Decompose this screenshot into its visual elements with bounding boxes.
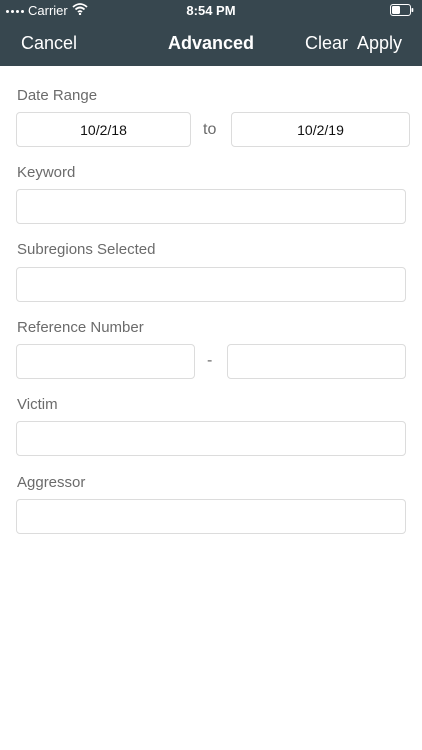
aggressor-label: Aggressor [17, 474, 86, 491]
apply-button[interactable]: Apply [357, 33, 402, 54]
reference-separator: - [207, 352, 213, 369]
date-to-field[interactable] [231, 112, 410, 147]
keyword-label: Keyword [17, 164, 76, 181]
reference-from-field[interactable] [16, 344, 195, 379]
reference-to-field[interactable] [227, 344, 406, 379]
subregions-field[interactable] [16, 267, 406, 302]
reference-number-label: Reference Number [17, 319, 144, 336]
aggressor-field[interactable] [16, 499, 406, 534]
status-time: 8:54 PM [186, 3, 236, 18]
date-from-field[interactable] [16, 112, 191, 147]
battery-icon [390, 4, 414, 16]
date-range-label: Date Range [17, 87, 98, 104]
victim-field[interactable] [16, 421, 406, 456]
navigation-header: Carrier 8:54 PM Cancel Advanced Clear Ap… [0, 0, 422, 66]
clear-button[interactable]: Clear [305, 33, 348, 54]
victim-label: Victim [17, 396, 58, 413]
date-range-separator: to [203, 121, 217, 138]
status-bar: Carrier 8:54 PM [0, 0, 422, 22]
subregions-label: Subregions Selected [17, 241, 156, 258]
keyword-field[interactable] [16, 189, 406, 224]
